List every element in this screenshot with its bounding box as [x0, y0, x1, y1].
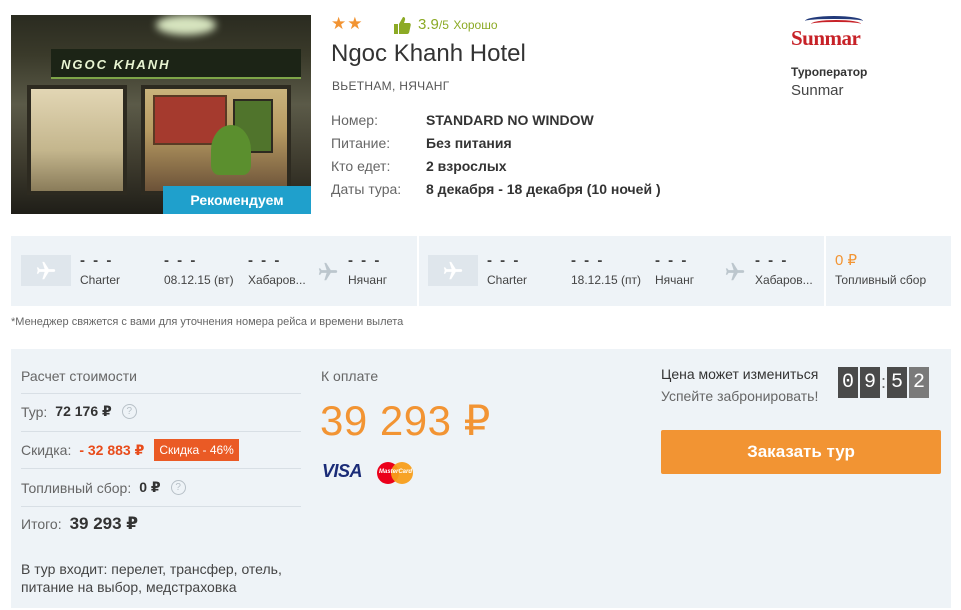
- calc-total-value: 39 293 ₽: [69, 514, 139, 533]
- detail-value: Без питания: [426, 134, 512, 151]
- rating-text: Хорошо: [453, 18, 498, 32]
- detail-travelers: Кто едет: 2 взрослых: [331, 154, 661, 177]
- to-time: - - -: [348, 252, 382, 269]
- lamp-light: [156, 15, 216, 35]
- calc-label: Итого:: [21, 516, 62, 532]
- flight-date: 18.12.15 (пт): [571, 273, 642, 287]
- airplane-icon: [443, 261, 463, 279]
- hotel-stars: ★★: [331, 14, 364, 33]
- divider: [417, 236, 419, 306]
- rating-scale: /5: [438, 18, 449, 32]
- date-time: - - -: [164, 252, 198, 269]
- calc-label: Тур:: [21, 403, 48, 420]
- hotel-rating: 3.9/5 Хорошо: [392, 15, 498, 35]
- from-time: - - -: [655, 252, 689, 269]
- detail-value: 2 взрослых: [426, 157, 507, 174]
- flight-date: 08.12.15 (вт): [164, 273, 234, 287]
- detail-dates: Даты тура: 8 декабря - 18 декабря (10 но…: [331, 177, 661, 200]
- calc-total-row: Итого: 39 293 ₽: [21, 514, 301, 534]
- photo-plant: [211, 125, 251, 175]
- from-city: Нячанг: [655, 273, 695, 287]
- price-warning: Цена может измениться: [661, 366, 819, 382]
- departure-time: - - -: [487, 252, 521, 269]
- detail-label: Даты тура:: [331, 180, 402, 197]
- divider: [21, 393, 301, 394]
- detail-room: Номер: STANDARD NO WINDOW: [331, 108, 661, 131]
- operator-logo: Sunmar: [791, 16, 871, 50]
- to-city: Хабаров...: [755, 273, 813, 287]
- pay-label: К оплате: [321, 368, 379, 384]
- to-time: - - -: [755, 252, 789, 269]
- date-time: - - -: [571, 252, 605, 269]
- calc-tour-row: Тур: 72 176 ₽ ?: [21, 403, 301, 420]
- from-time: - - -: [248, 252, 282, 269]
- airline-logo-placeholder: [21, 255, 71, 286]
- thumbs-up-icon: [394, 17, 411, 34]
- order-tour-button[interactable]: Заказать тур: [661, 430, 941, 474]
- detail-label: Номер:: [331, 111, 378, 128]
- help-icon[interactable]: ?: [170, 480, 186, 495]
- fuel-label: Топливный сбор: [835, 273, 927, 287]
- logo-wordmark: Sunmar: [791, 26, 861, 50]
- recommend-badge: Рекомендуем: [163, 186, 311, 214]
- calc-value: 72 176 ₽: [55, 403, 112, 419]
- photo-window: [27, 85, 127, 195]
- airline-name: Charter: [487, 273, 528, 287]
- divider: [21, 506, 301, 507]
- from-city: Хабаров...: [248, 273, 306, 287]
- calc-label: Скидка:: [21, 442, 72, 458]
- timer-digit: 2: [909, 367, 930, 398]
- detail-value: STANDARD NO WINDOW: [426, 111, 594, 128]
- divider: [21, 431, 301, 432]
- booking-hint: Успейте забронировать!: [661, 388, 819, 404]
- timer-colon: :: [881, 372, 887, 392]
- airline-logo-placeholder: [428, 255, 478, 286]
- countdown-timer: 0 9 : 5 2: [838, 367, 931, 398]
- detail-value: 8 декабря - 18 декабря (10 ночей ): [426, 180, 661, 197]
- airline-name: Charter: [80, 273, 121, 287]
- fuel-price: 0 ₽: [835, 252, 858, 269]
- timer-digit: 5: [887, 367, 908, 398]
- divider: [21, 468, 301, 469]
- flights-bar: - - - Charter - - - 08.12.15 (вт) - - - …: [11, 236, 951, 306]
- manager-note: *Менеджер свяжется с вами для уточнения …: [11, 316, 404, 328]
- airplane-icon: [36, 261, 56, 279]
- hotel-sign: NGOC KHANH: [51, 49, 301, 79]
- airplane-icon: [318, 262, 338, 281]
- calc-fuel-row: Топливный сбор: 0 ₽ ?: [21, 479, 301, 496]
- help-icon[interactable]: ?: [121, 404, 137, 419]
- mastercard-label: MasterCard: [379, 469, 413, 475]
- mastercard-logo: MasterCard: [377, 462, 413, 484]
- hotel-name[interactable]: Ngoc Khanh Hotel: [331, 40, 526, 68]
- airplane-icon: [725, 262, 745, 281]
- calc-discount-row: Скидка: - 32 883 ₽ Скидка - 46%: [21, 439, 301, 461]
- detail-label: Питание:: [331, 134, 391, 151]
- calc-label: Топливный сбор:: [21, 479, 132, 496]
- operator-label: Туроператор: [791, 65, 868, 79]
- hotel-photo[interactable]: NGOC KHANH: [11, 15, 311, 214]
- calc-value: - 32 883 ₽: [79, 441, 145, 458]
- tour-includes: В тур входит: перелет, трансфер, отель, …: [21, 561, 282, 595]
- discount-badge: Скидка - 46%: [154, 439, 239, 461]
- operator-name: Sunmar: [791, 82, 844, 99]
- calc-value: 0 ₽: [139, 479, 161, 495]
- detail-meals: Питание: Без питания: [331, 131, 661, 154]
- hotel-location: ВЬЕТНАМ, НЯЧАНГ: [332, 79, 450, 93]
- detail-label: Кто едет:: [331, 157, 391, 174]
- calc-title: Расчет стоимости: [21, 368, 137, 384]
- to-city: Нячанг: [348, 273, 388, 287]
- timer-digit: 0: [838, 367, 858, 398]
- rating-score: 3.9: [418, 16, 439, 33]
- pay-amount: 39 293 ₽: [320, 397, 491, 444]
- divider: [824, 236, 826, 306]
- tour-details: Номер: STANDARD NO WINDOW Питание: Без п…: [331, 108, 661, 200]
- departure-time: - - -: [80, 252, 114, 269]
- visa-logo: VISA: [322, 461, 363, 481]
- timer-digit: 9: [860, 367, 880, 398]
